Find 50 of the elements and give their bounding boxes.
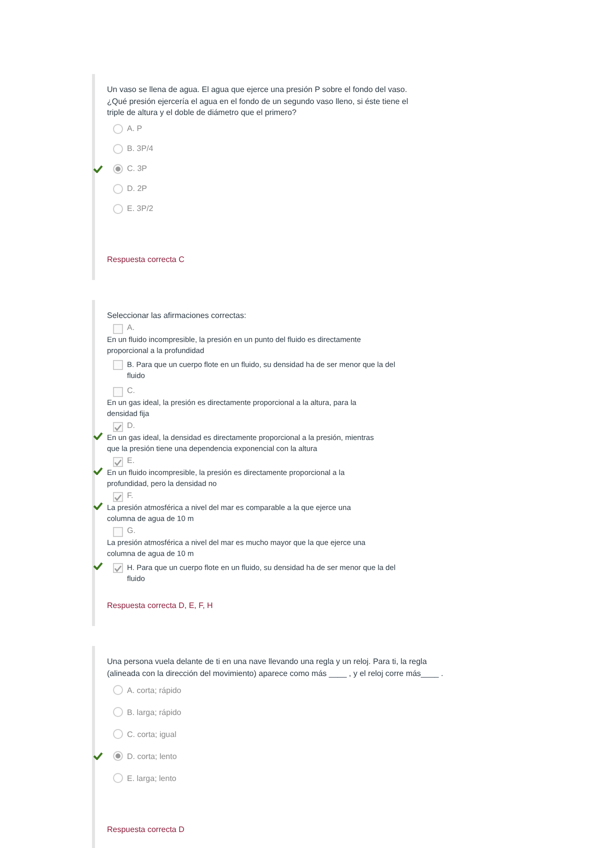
check-icon: [93, 752, 103, 760]
checkbox[interactable]: [113, 422, 123, 432]
option-label: D.: [127, 421, 135, 430]
check-icon: [93, 562, 103, 570]
checkbox[interactable]: [113, 527, 123, 537]
radio-button[interactable]: [113, 685, 123, 695]
option-label: A. P: [127, 124, 142, 133]
radio-button[interactable]: [113, 729, 123, 739]
checkbox[interactable]: [113, 324, 123, 334]
check-icon: [93, 467, 103, 475]
option-label: D. 2P: [127, 184, 148, 193]
radio-button[interactable]: [113, 204, 123, 214]
option-label: C. corta; igual: [127, 730, 176, 738]
checkbox[interactable]: [113, 563, 123, 573]
radio-button[interactable]: [113, 164, 123, 174]
check-icon: [93, 502, 103, 510]
checkbox[interactable]: [113, 387, 123, 397]
radio-button[interactable]: [113, 707, 123, 717]
option-label: E. 3P/2: [127, 204, 154, 213]
radio-button[interactable]: [113, 773, 123, 783]
option-label: F.: [127, 491, 134, 500]
checkbox[interactable]: [113, 360, 123, 370]
question-text: Seleccionar las afirmaciones correctas:: [107, 310, 248, 321]
option-label: A. corta; rápido: [127, 686, 182, 694]
checkbox[interactable]: [113, 457, 123, 467]
option-label: D. corta; lento: [127, 752, 177, 760]
correct-answer-text: Respuesta correcta D: [107, 825, 186, 834]
option-label: B. larga; rápido: [127, 708, 182, 716]
radio-button[interactable]: [113, 144, 123, 154]
check-icon: [93, 432, 103, 440]
option-label: A.: [127, 323, 135, 332]
option-label: G.: [127, 526, 136, 535]
question-text: Un vaso se llena de agua. El agua que ejerce una presión P sobre el fondo del vaso. ¿Qué presión ejercería el agua en el fondo de un segundo vaso lleno, si éste tiene el triple de altura y el doble de diámetro que el primero?: [107, 84, 410, 118]
radio-button[interactable]: [113, 184, 123, 194]
checkbox[interactable]: [113, 492, 123, 502]
checkmark-icon: [114, 424, 122, 430]
question-text: Una persona vuela delante de ti en una nave llevando una regla y un reloj. Para ti, la regla (alineada con la dirección del movimiento) aparece como más ____ , y el reloj corre más____ .: [107, 656, 444, 679]
option-label: C.: [127, 386, 135, 395]
radio-button[interactable]: [113, 751, 123, 761]
check-icon: [93, 164, 103, 172]
option-label: C. 3P: [127, 164, 148, 173]
correct-answer-text: Respuesta correcta C: [107, 254, 186, 264]
option-label: E. larga; lento: [127, 774, 176, 782]
checkmark-icon: [114, 494, 122, 500]
option-label: E.: [127, 456, 135, 465]
checkmark-icon: [114, 564, 122, 572]
option-label: B. 3P/4: [127, 144, 154, 153]
radio-button[interactable]: [113, 124, 123, 134]
checkmark-icon: [114, 458, 122, 466]
correct-answer-text: Respuesta correcta D, E, F, H: [107, 601, 214, 610]
